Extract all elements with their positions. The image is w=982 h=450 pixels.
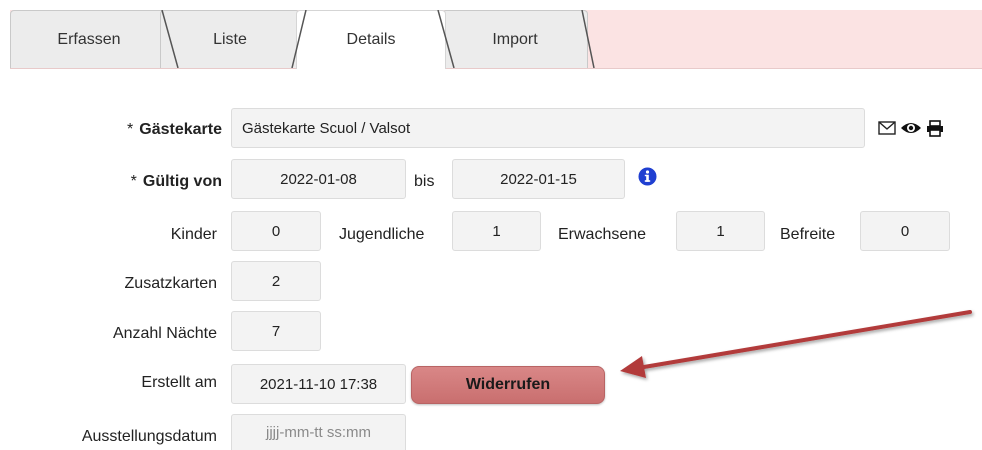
jugendliche-field[interactable]: 1 [452,211,541,251]
tab-details[interactable]: Details [296,10,446,69]
required-marker: * [130,173,137,190]
zusatzkarten-field[interactable]: 2 [231,261,321,301]
tab-label: Liste [213,30,247,48]
tab-label: Details [346,31,396,48]
tab-label: Erfassen [57,30,121,48]
kinder-value: 0 [271,222,281,240]
befreite-label: Befreite [780,226,836,243]
tab-liste[interactable]: Liste [160,10,300,68]
required-marker: * [127,121,134,138]
guest-card-field[interactable]: Gästekarte Scuol / Valsot [231,108,865,148]
erstellt-field[interactable]: 2021-11-10 17:38 [231,364,406,404]
valid-from-label: * Gültig von [130,173,222,190]
zusatzkarten-label: Zusatzkarten [124,275,217,292]
erstellt-label: Erstellt am [141,374,217,391]
revoke-button[interactable]: Widerrufen [411,366,605,404]
ausstellungsdatum-field[interactable]: jjjj-mm-tt ss:mm [231,414,406,450]
tab-bar: Erfassen Liste Details Import [0,0,982,69]
envelope-icon[interactable] [877,120,897,136]
ausstellungsdatum-placeholder: jjjj-mm-tt ss:mm [266,424,371,441]
valid-from-value: 2022-01-08 [280,170,357,188]
guest-card-value: Gästekarte Scuol / Valsot [242,119,411,137]
print-icon[interactable] [925,119,945,137]
revoke-button-label: Widerrufen [465,376,551,393]
kinder-field[interactable]: 0 [231,211,321,251]
annotation-arrow [620,310,972,378]
kinder-label: Kinder [170,226,217,243]
erwachsene-value: 1 [716,222,725,240]
eye-icon[interactable] [899,120,923,136]
valid-to-label: bis [414,173,435,190]
jugendliche-value: 1 [492,222,501,240]
valid-to-field[interactable]: 2022-01-15 [452,159,625,199]
jugendliche-label: Jugendliche [339,226,425,243]
befreite-field[interactable]: 0 [860,211,950,251]
valid-to-value: 2022-01-15 [500,170,577,188]
erwachsene-label: Erwachsene [558,226,647,243]
tab-label: Import [492,30,538,48]
zusatzkarten-value: 2 [271,272,281,290]
naechte-field[interactable]: 7 [231,311,321,351]
ausstellungsdatum-label: Ausstellungsdatum [81,428,217,445]
naechte-value: 7 [271,322,281,340]
erstellt-value: 2021-11-10 17:38 [259,375,378,393]
erwachsene-field[interactable]: 1 [676,211,765,251]
info-icon[interactable] [637,166,657,186]
valid-from-field[interactable]: 2022-01-08 [231,159,406,199]
befreite-value: 0 [900,222,910,240]
tab-erfassen[interactable]: Erfassen [10,10,168,68]
guest-card-label: * Gästekarte [127,121,222,138]
tab-import[interactable]: Import [442,10,588,68]
naechte-label: Anzahl Nächte [112,325,217,342]
